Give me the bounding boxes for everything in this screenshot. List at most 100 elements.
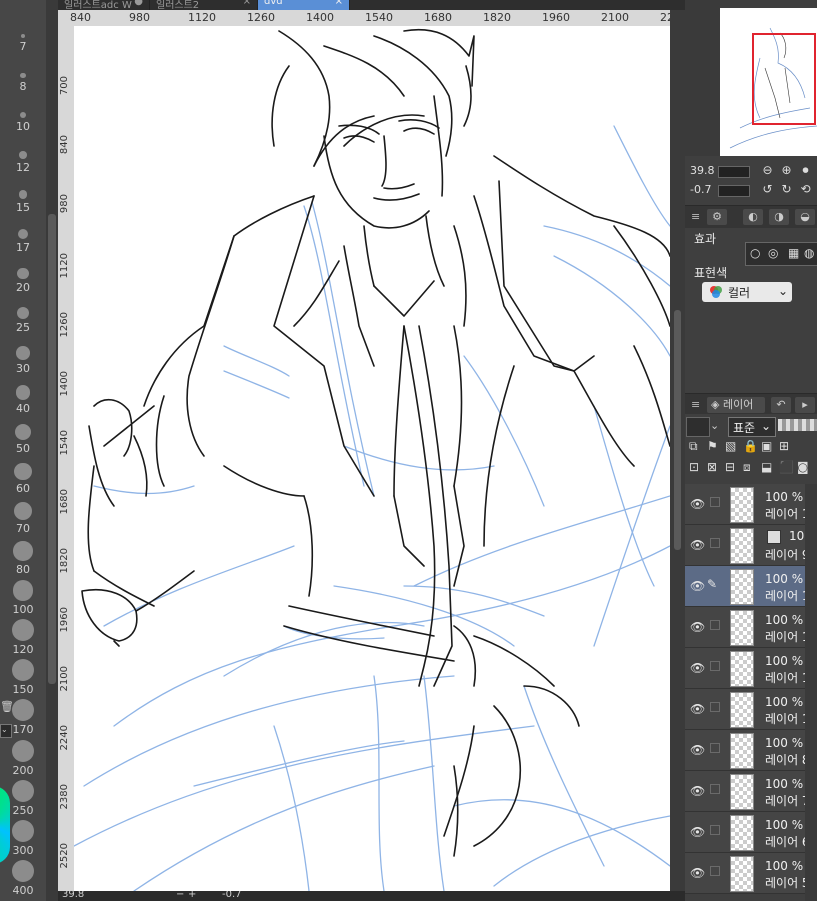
tone-effect-icon[interactable]: ▦ xyxy=(788,246,799,260)
sub-tool-tab-icon[interactable]: ◐ xyxy=(743,209,763,225)
brush-size-item[interactable]: 40 xyxy=(6,385,40,415)
eye-icon[interactable]: 👁 xyxy=(690,702,705,716)
lock-transparent-icon[interactable]: ▧ xyxy=(725,439,736,453)
zoom-slider[interactable] xyxy=(718,166,750,178)
brush-size-item[interactable]: 100 xyxy=(6,580,40,616)
close-icon[interactable]: × xyxy=(335,0,343,7)
brush-size-item[interactable]: 200 xyxy=(6,739,40,777)
layer-tab[interactable]: ◈ 레이어 xyxy=(707,397,765,413)
layer-opacity-slider[interactable] xyxy=(778,419,817,431)
layer-select-checkbox[interactable] xyxy=(710,620,720,630)
brush-tab-icon[interactable]: ◑ xyxy=(769,209,789,225)
layer-color-icon[interactable]: ◍ xyxy=(804,246,814,260)
layer-list-scrollbar[interactable] xyxy=(805,484,817,901)
brush-size-item[interactable]: 30 xyxy=(6,346,40,375)
eye-icon[interactable]: 👁 xyxy=(690,620,705,634)
brush-size-item[interactable]: 25 xyxy=(6,307,40,334)
zoom-in-icon[interactable]: ⊕ xyxy=(779,163,794,178)
layer-row[interactable]: 👁100 % 표준레이어 7 xyxy=(685,771,817,812)
layer-row[interactable]: 👁100 % 표준레이어 10 xyxy=(685,484,817,525)
lock-icon[interactable]: 🔒 xyxy=(743,439,758,453)
brush-size-item[interactable]: 70 xyxy=(6,502,40,535)
brush-size-item[interactable]: 7 xyxy=(6,34,40,53)
brush-size-item[interactable]: 250 xyxy=(6,779,40,817)
eye-icon[interactable]: 👁 xyxy=(690,784,705,798)
blend-mode-preview[interactable] xyxy=(686,417,710,437)
layer-row[interactable]: 👁100 %레이어 9 xyxy=(685,525,817,566)
eye-icon[interactable]: 👁 xyxy=(690,538,705,552)
layer-select-checkbox[interactable] xyxy=(710,866,720,876)
brush-size-item[interactable]: 12 xyxy=(6,151,40,174)
document-tab[interactable]: 일러스트2 × xyxy=(150,0,258,10)
ruler-link-icon[interactable]: ⊞ xyxy=(779,439,789,453)
new-vector-layer-icon[interactable]: ⊠ xyxy=(707,460,717,474)
brush-size-item[interactable]: 20 xyxy=(6,268,40,294)
chevron-down-icon[interactable]: ⌄ xyxy=(0,724,12,738)
rotate-left-icon[interactable]: ↺ xyxy=(760,182,775,197)
scrollbar-thumb[interactable] xyxy=(674,310,681,550)
layer-row[interactable]: 👁100 % 표준레이어 6 xyxy=(685,812,817,853)
tool-property-tab-icon[interactable]: ⚙ xyxy=(707,209,727,225)
brush-size-item[interactable]: 60 xyxy=(6,463,40,495)
eye-icon[interactable]: 👁 xyxy=(690,497,705,511)
eye-icon[interactable]: 👁 xyxy=(690,661,705,675)
zoom-out-icon[interactable]: ⊖ xyxy=(760,163,775,178)
eye-icon[interactable]: 👁 xyxy=(690,743,705,757)
reference-icon[interactable]: ⚑ xyxy=(707,439,718,453)
menu-icon[interactable]: ≡ xyxy=(691,210,700,223)
merge-down-icon[interactable]: ⬓ xyxy=(761,460,772,474)
layer-select-checkbox[interactable] xyxy=(710,661,720,671)
layer-select-checkbox[interactable] xyxy=(710,743,720,753)
eye-icon[interactable]: 👁 xyxy=(690,579,705,593)
layer-row[interactable]: 👁100 % 표준레이어 12 xyxy=(685,648,817,689)
menu-icon[interactable]: ≡ xyxy=(691,398,700,411)
layer-row[interactable]: 👁100 % 표준레이어 11 xyxy=(685,689,817,730)
layer-select-checkbox[interactable] xyxy=(710,538,720,548)
brush-size-item[interactable]: 10 xyxy=(6,112,40,133)
trash-icon[interactable]: 🗑 xyxy=(0,700,14,713)
layer-row[interactable]: 👁100 % 표준레이어 5 xyxy=(685,853,817,894)
document-tab[interactable]: dvd × xyxy=(258,0,350,10)
scrollbar-thumb[interactable] xyxy=(48,214,56,684)
layer-select-checkbox[interactable] xyxy=(710,702,720,712)
document-tab[interactable]: 일러스트adc W ● xyxy=(58,0,150,10)
delete-layer-icon[interactable]: ⬛ xyxy=(779,460,794,474)
reset-rotation-icon[interactable]: ⟲ xyxy=(798,182,813,197)
blend-mode-select[interactable]: 표준 ⌄ xyxy=(728,417,776,437)
clip-icon[interactable]: ⧉ xyxy=(689,439,698,454)
color-wheel[interactable] xyxy=(0,786,10,864)
layer-mask-icon[interactable]: ◙ xyxy=(797,460,809,474)
fit-icon[interactable]: ⏺ xyxy=(798,163,813,178)
layer-row[interactable]: 👁✎100 % 표준레이어 13 xyxy=(685,566,817,607)
brush-size-item[interactable]: 15 xyxy=(6,190,40,214)
brush-size-item[interactable]: 120 xyxy=(6,619,40,656)
brush-size-item[interactable]: 300 xyxy=(6,820,40,857)
rotation-slider[interactable] xyxy=(718,185,750,197)
zoom-in-button[interactable]: + xyxy=(188,891,196,900)
layer-row[interactable]: 👁100 % 표준레이어 8 xyxy=(685,730,817,771)
new-raster-layer-icon[interactable]: ⊡ xyxy=(689,460,699,474)
navigator-view-rect[interactable] xyxy=(752,33,816,125)
eye-icon[interactable]: 👁 xyxy=(690,866,705,880)
mask-icon[interactable]: ▣ xyxy=(761,439,772,453)
rotate-right-icon[interactable]: ↻ xyxy=(779,182,794,197)
brush-size-item[interactable]: 50 xyxy=(6,424,40,455)
border-effect-icon[interactable]: ○ xyxy=(750,246,760,260)
brush-size-item[interactable]: 17 xyxy=(6,229,40,254)
chevron-down-icon[interactable]: ⌄ xyxy=(710,419,719,432)
auto-action-tab-icon[interactable]: ▸ xyxy=(795,397,815,413)
zoom-out-button[interactable]: − xyxy=(176,891,184,900)
settings-tab-icon[interactable]: ◒ xyxy=(795,209,815,225)
new-folder-icon[interactable]: ⊟ xyxy=(725,460,735,474)
brush-panel-scrollbar[interactable] xyxy=(46,0,58,901)
extract-line-icon[interactable]: ◎ xyxy=(768,246,778,260)
brush-size-item[interactable]: 150 xyxy=(6,659,40,696)
layer-row[interactable]: 👁100 % 표준레이어 12 xyxy=(685,607,817,648)
brush-size-item[interactable]: 80 xyxy=(6,541,40,576)
copy-layer-icon[interactable]: ⧈ xyxy=(743,460,751,475)
close-icon[interactable]: × xyxy=(243,0,251,7)
unsaved-dot-icon[interactable]: ● xyxy=(134,0,143,7)
brush-size-item[interactable]: 8 xyxy=(6,73,40,93)
layer-select-checkbox[interactable] xyxy=(710,825,720,835)
brush-size-item[interactable]: 400 xyxy=(6,860,40,897)
